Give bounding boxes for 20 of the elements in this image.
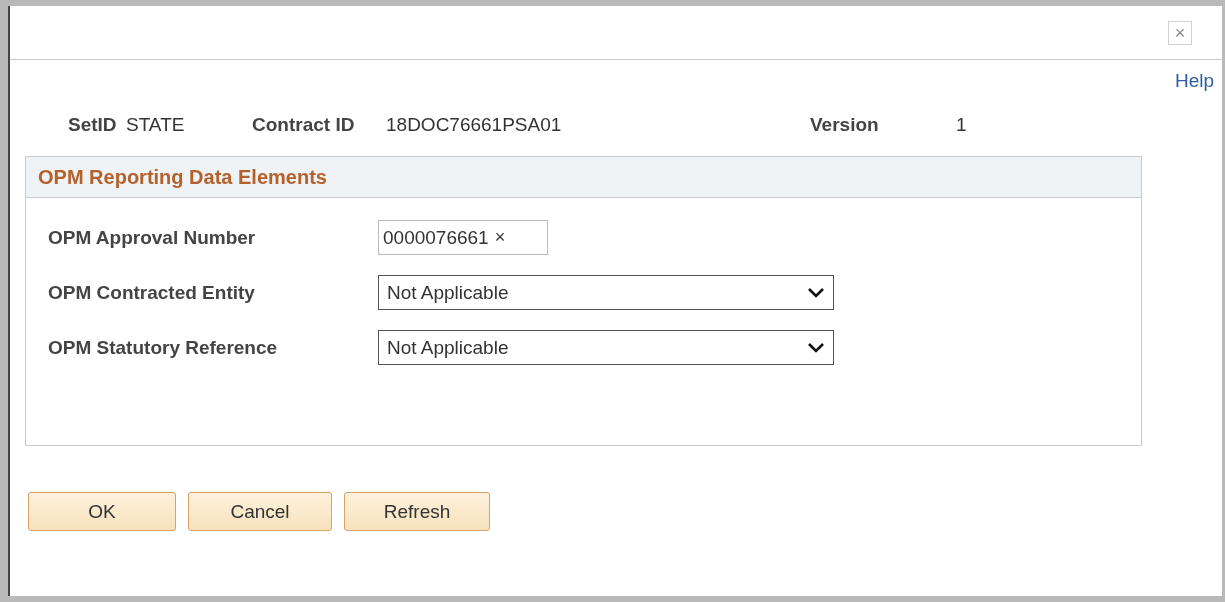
help-link[interactable]: Help <box>1174 70 1214 92</box>
input-field[interactable]: 0000076661 × <box>378 220 548 255</box>
field-label: SetID <box>68 114 118 136</box>
field-label: Version <box>810 114 880 136</box>
dropdown[interactable]: Not Applicable <box>378 330 834 365</box>
cancel-button[interactable]: Cancel <box>188 492 332 531</box>
field-value: 1 <box>956 114 968 136</box>
field-value: 18DOC76661PSA01 <box>386 114 563 136</box>
chevron-down-icon <box>807 286 825 299</box>
chevron-down-icon <box>807 341 825 354</box>
field-label: Contract ID <box>252 114 356 136</box>
field-value: STATE <box>126 114 186 136</box>
dropdown[interactable]: Not Applicable <box>378 275 834 310</box>
ok-button[interactable]: OK <box>28 492 176 531</box>
field-label: OPM Statutory Reference <box>48 336 279 359</box>
field-label: OPM Contracted Entity <box>48 281 256 304</box>
close-button[interactable]: × <box>1168 20 1192 45</box>
field-label: OPM Approval Number <box>48 226 257 249</box>
refresh-button[interactable]: Refresh <box>344 492 490 531</box>
section-title: OPM Reporting Data Elements <box>26 157 1141 198</box>
